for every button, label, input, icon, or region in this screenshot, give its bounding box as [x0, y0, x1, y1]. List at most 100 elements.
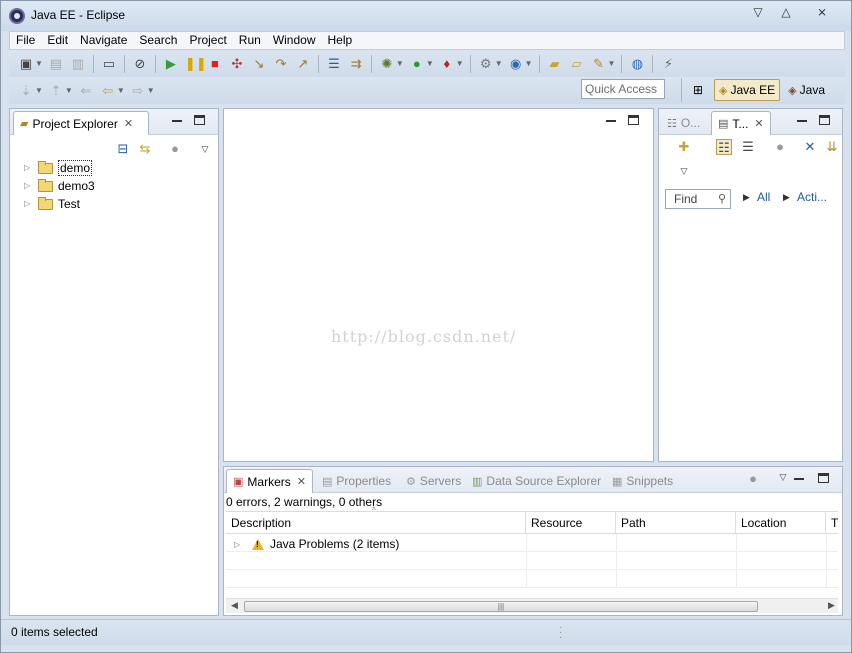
debug-icon[interactable]: ✺: [379, 56, 395, 72]
web-browser-icon[interactable]: ◍: [629, 56, 645, 72]
expand-arrow-icon[interactable]: ▷: [24, 181, 34, 190]
scheduled-icon[interactable]: ☰: [740, 139, 756, 155]
menu-search[interactable]: Search: [133, 32, 183, 49]
back-dropdown-icon[interactable]: ▼: [117, 86, 125, 95]
expand-arrow-icon[interactable]: ▷: [24, 163, 34, 172]
menu-window[interactable]: Window: [267, 32, 322, 49]
disconnect-icon[interactable]: ✣: [229, 56, 245, 72]
next-annotation-dropdown-icon[interactable]: ▼: [35, 86, 43, 95]
back-icon[interactable]: ⇦: [100, 83, 116, 99]
minimize-button[interactable]: ▽: [747, 4, 769, 20]
column-header-location[interactable]: Location: [736, 512, 826, 534]
tab-servers[interactable]: ⚙ Servers: [400, 469, 467, 493]
drop-to-frame-icon[interactable]: ☰: [326, 56, 342, 72]
maximize-view-icon[interactable]: [628, 115, 639, 125]
new-dropdown-icon[interactable]: ▼: [35, 59, 43, 68]
previous-annotation-dropdown-icon[interactable]: ▼: [65, 86, 73, 95]
search-dropdown-icon[interactable]: ▼: [608, 59, 616, 68]
new-java-class-icon[interactable]: ◉: [508, 56, 524, 72]
tab-project-explorer[interactable]: ▰ Project Explorer ✕: [13, 111, 149, 135]
maximize-view-icon[interactable]: [819, 115, 830, 125]
minimize-view-icon[interactable]: [794, 473, 804, 480]
close-button[interactable]: ⨯: [811, 4, 833, 20]
tab-properties[interactable]: ▤ Properties: [316, 469, 397, 493]
tab-outline[interactable]: ☷ O...: [661, 111, 706, 135]
menu-edit[interactable]: Edit: [41, 32, 74, 49]
view-menu-icon[interactable]: ▽: [775, 469, 791, 485]
focus-icon[interactable]: ●: [745, 471, 761, 487]
terminal-icon[interactable]: ▭: [101, 56, 117, 72]
perspective-java[interactable]: ◈ Java: [784, 79, 829, 101]
suspend-icon[interactable]: ❚❚: [185, 56, 207, 72]
save-all-icon[interactable]: ▥: [70, 56, 86, 72]
hide-completed-icon[interactable]: ✕: [802, 139, 818, 155]
view-menu-icon[interactable]: ▽: [197, 141, 213, 157]
external-tool-dropdown-icon[interactable]: ▼: [456, 59, 464, 68]
menu-help[interactable]: Help: [322, 32, 359, 49]
editor-area[interactable]: [223, 108, 654, 462]
tree-item[interactable]: ▷ demo: [24, 159, 93, 176]
column-header-description[interactable]: Description: [226, 512, 526, 534]
close-icon[interactable]: ✕: [297, 475, 306, 488]
filter-all-link[interactable]: All: [757, 190, 770, 204]
column-header-type[interactable]: Ty: [826, 512, 838, 534]
maximize-button[interactable]: △: [775, 4, 797, 20]
new-server-icon[interactable]: ⚙: [478, 56, 494, 72]
tree-item[interactable]: ▷ Test: [24, 195, 80, 212]
new-icon[interactable]: ▣: [18, 56, 34, 72]
last-edit-location-icon[interactable]: ⇐: [78, 83, 94, 99]
close-icon[interactable]: ✕: [754, 117, 763, 130]
problem-group-row[interactable]: ▷ ! Java Problems (2 items): [234, 537, 399, 551]
tab-task-list[interactable]: ▤ T... ✕: [711, 111, 771, 135]
menu-navigate[interactable]: Navigate: [74, 32, 133, 49]
perspective-java-ee[interactable]: ◈ Java EE: [714, 79, 781, 101]
new-task-icon[interactable]: ✚: [676, 139, 692, 155]
open-perspective-icon[interactable]: ⊞: [690, 82, 706, 98]
collapse-all-icon[interactable]: ⊟: [115, 141, 131, 157]
forward-dropdown-icon[interactable]: ▼: [147, 86, 155, 95]
minimize-view-icon[interactable]: [797, 115, 807, 122]
horizontal-scrollbar[interactable]: ◀ ||| ▶: [226, 598, 838, 613]
tab-snippets[interactable]: ▦ Snippets: [606, 469, 679, 493]
open-task-icon[interactable]: ▱: [569, 56, 585, 72]
minimize-view-icon[interactable]: [606, 115, 616, 122]
save-icon[interactable]: ▤: [48, 56, 64, 72]
column-header-path[interactable]: Path: [616, 512, 736, 534]
run-external-tool-icon[interactable]: ♦: [439, 56, 455, 72]
run-icon[interactable]: ●: [409, 56, 425, 72]
skip-breakpoints-icon[interactable]: ⊘: [132, 56, 148, 72]
close-icon[interactable]: ✕: [124, 117, 133, 130]
launch-icon[interactable]: ⚡: [660, 56, 676, 72]
filter-activate-link[interactable]: Acti...: [797, 190, 827, 204]
collapse-all-icon[interactable]: ⇊: [824, 139, 840, 155]
maximize-view-icon[interactable]: [194, 115, 205, 125]
step-over-icon[interactable]: ↷: [273, 56, 289, 72]
tab-data-source-explorer[interactable]: ▥ Data Source Explorer: [466, 469, 607, 493]
expand-arrow-icon[interactable]: ▷: [234, 540, 244, 549]
minimize-view-icon[interactable]: [172, 115, 182, 122]
new-server-dropdown-icon[interactable]: ▼: [495, 59, 503, 68]
scroll-left-icon[interactable]: ◀: [231, 600, 238, 611]
focus-on-workweek-icon[interactable]: ●: [772, 139, 788, 155]
open-type-icon[interactable]: ▰: [547, 56, 563, 72]
link-with-editor-icon[interactable]: ⇆: [137, 141, 153, 157]
previous-annotation-icon[interactable]: ⇡: [48, 83, 64, 99]
menu-run[interactable]: Run: [233, 32, 267, 49]
debug-dropdown-icon[interactable]: ▼: [396, 59, 404, 68]
scrollbar-thumb[interactable]: |||: [244, 601, 758, 612]
task-find-input[interactable]: Find ⚲: [665, 189, 731, 209]
search-icon[interactable]: ✎: [591, 56, 607, 72]
view-menu-icon[interactable]: ▽: [676, 163, 692, 179]
forward-icon[interactable]: ⇨: [130, 83, 146, 99]
terminate-icon[interactable]: ■: [207, 56, 223, 72]
use-step-filters-icon[interactable]: ⇉: [348, 56, 364, 72]
focus-on-active-task-icon[interactable]: ●: [167, 141, 183, 157]
resume-icon[interactable]: ▶: [163, 56, 179, 72]
maximize-view-icon[interactable]: [818, 473, 829, 483]
next-annotation-icon[interactable]: ⇣: [18, 83, 34, 99]
tab-markers[interactable]: ▣ Markers ✕: [226, 469, 313, 493]
categorized-icon[interactable]: ☷: [716, 139, 732, 155]
menu-project[interactable]: Project: [183, 32, 232, 49]
tree-item[interactable]: ▷ demo3: [24, 177, 95, 194]
step-into-icon[interactable]: ↘: [251, 56, 267, 72]
